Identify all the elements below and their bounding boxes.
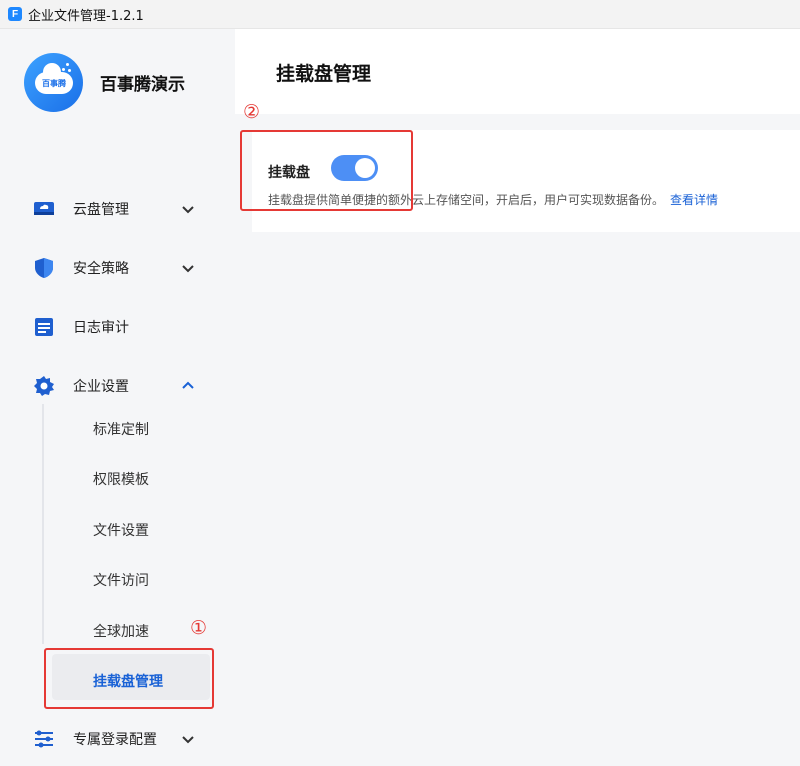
annotation-number-one: ①: [190, 617, 208, 639]
sidebar-item-log-audit[interactable]: 日志审计: [0, 307, 235, 347]
page-title: 挂载盘管理: [276, 63, 372, 85]
sidebar-item-dedicated-login-config[interactable]: 专属登录配置: [0, 719, 235, 759]
submenu-item-file-settings[interactable]: 文件设置: [93, 520, 149, 540]
view-details-link[interactable]: 查看详情: [670, 193, 718, 207]
window-titlebar: F 企业文件管理-1.2.1: [0, 0, 800, 29]
submenu-item-permission-templates[interactable]: 权限模板: [93, 469, 149, 489]
sidebar-item-label: 安全策略: [73, 261, 129, 277]
submenu-item-global-acceleration[interactable]: 全球加速: [93, 621, 149, 641]
gear-icon: [34, 376, 54, 396]
sliders-icon: [35, 730, 53, 748]
sidebar-item-cloud-drive[interactable]: 云盘管理: [0, 189, 235, 229]
annotation-number-two: ②: [243, 101, 261, 123]
annotation-box-one: [44, 648, 214, 709]
chevron-down-icon[interactable]: [181, 261, 195, 275]
annotation-box-two: [240, 130, 413, 211]
chevron-down-icon[interactable]: [181, 732, 195, 746]
sidebar-item-label: 日志审计: [73, 320, 129, 336]
submenu-item-file-access[interactable]: 文件访问: [93, 570, 149, 590]
page-header: 挂载盘管理: [235, 29, 800, 114]
sidebar-item-label: 云盘管理: [73, 202, 129, 218]
brand-logo-text: 百事腾: [42, 79, 66, 88]
sidebar-item-enterprise-settings[interactable]: 企业设置: [0, 366, 235, 406]
submenu-guide-line: [42, 404, 44, 644]
cloud-drive-icon: [34, 202, 54, 215]
log-icon: [35, 318, 53, 336]
chevron-down-icon[interactable]: [181, 202, 195, 216]
brand-name: 百事腾演示: [100, 75, 185, 95]
window-title: 企业文件管理-1.2.1: [28, 8, 144, 24]
sidebar-item-label: 企业设置: [73, 379, 129, 395]
app-logo-icon: F: [8, 7, 22, 21]
submenu-item-standard-customization[interactable]: 标准定制: [93, 419, 149, 439]
sidebar-item-security[interactable]: 安全策略: [0, 248, 235, 288]
chevron-up-icon[interactable]: [181, 379, 195, 393]
shield-icon: [35, 258, 53, 278]
sidebar-item-label: 专属登录配置: [73, 732, 157, 748]
brand-logo-icon: 百事腾: [24, 53, 83, 112]
brand: 百事腾 百事腾演示: [24, 53, 185, 112]
